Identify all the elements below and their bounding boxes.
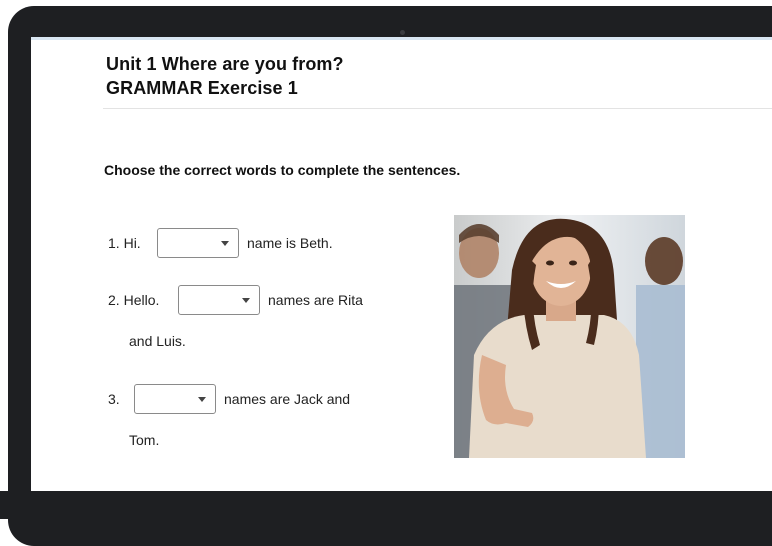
- instructions-text: Choose the correct words to complete the…: [104, 162, 461, 178]
- exercise-title: GRAMMAR Exercise 1: [106, 78, 298, 98]
- laptop-bottom-bezel: [0, 491, 772, 519]
- question-1-dropdown[interactable]: [157, 228, 239, 258]
- photo-illustration: [454, 215, 685, 458]
- screen: Unit 1 Where are you from? GRAMMAR Exerc…: [31, 37, 772, 491]
- header-divider: [103, 108, 772, 109]
- question-2-text-before: 2. Hello.: [108, 292, 159, 308]
- question-2-suffix: names are Rita: [268, 292, 363, 308]
- question-1-text-before: 1. Hi.: [108, 235, 141, 251]
- chevron-down-icon: [198, 397, 206, 402]
- question-1-prefix: Hi.: [123, 235, 141, 251]
- screen-top-edge: [31, 37, 772, 40]
- question-3-dropdown[interactable]: [134, 384, 216, 414]
- photo-smiling-woman-handshake: [454, 215, 685, 458]
- question-3-number: 3.: [108, 391, 120, 407]
- question-3-suffix: names are Jack and: [224, 391, 351, 407]
- question-2-dropdown[interactable]: [178, 285, 260, 315]
- camera-icon: [400, 30, 405, 35]
- question-3-continuation: Tom.: [129, 432, 160, 448]
- question-1-number: 1.: [108, 235, 120, 251]
- question-1-suffix: name is Beth.: [247, 235, 333, 251]
- page-title: Unit 1 Where are you from?: [106, 54, 344, 74]
- question-2-continuation: and Luis.: [129, 333, 186, 349]
- chevron-down-icon: [221, 241, 229, 246]
- question-2-prefix: Hello.: [123, 292, 160, 308]
- chevron-down-icon: [242, 298, 250, 303]
- question-2-number: 2.: [108, 292, 120, 308]
